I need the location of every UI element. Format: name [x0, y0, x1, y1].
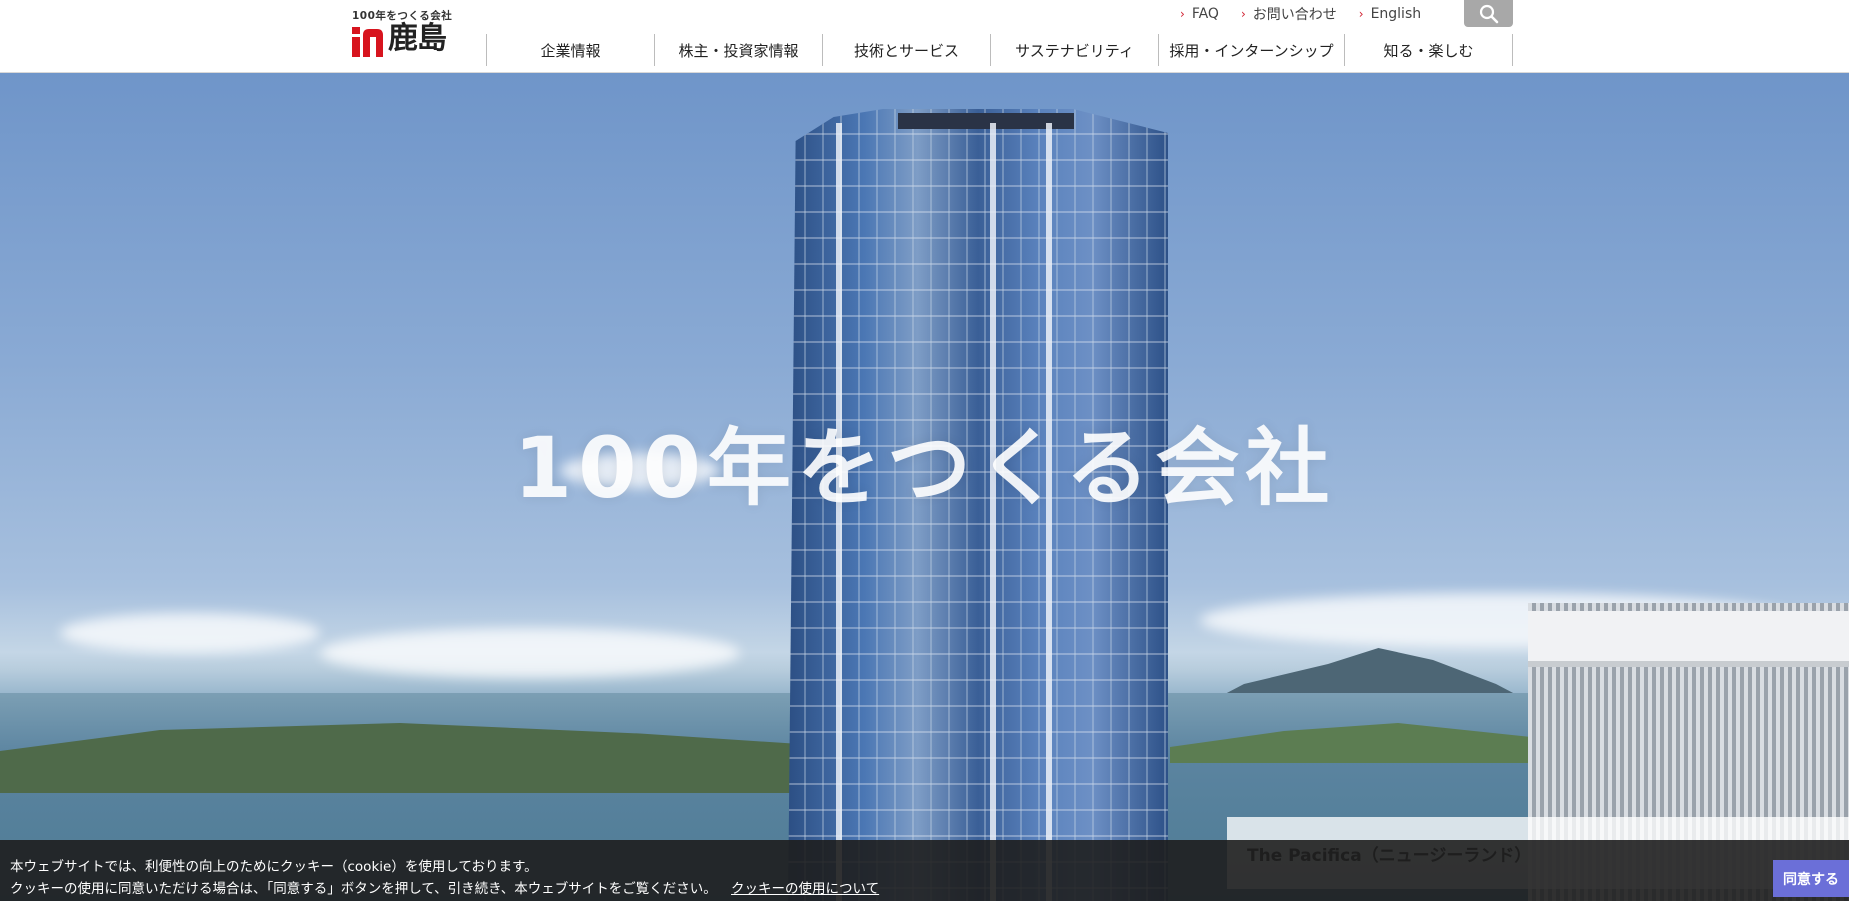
english-link-label: English [1370, 6, 1422, 22]
nav-investor-relations[interactable]: 株主・投資家情報 [655, 34, 823, 66]
nav-sustainability[interactable]: サステナビリティ [991, 34, 1159, 66]
cookie-message-line2: クッキーの使用に同意いただける場合は、「同意する」ボタンを押して、引き続き、本ウ… [10, 878, 879, 900]
site-header: 100年をつくる会社 鹿島 › FAQ › お問い合わせ › English 企… [0, 0, 1849, 73]
nav-recruitment[interactable]: 採用・インターンシップ [1159, 34, 1345, 66]
logo-name: 鹿島 [388, 21, 447, 56]
cloud [320, 628, 740, 678]
cookie-agree-button[interactable]: 同意する [1773, 860, 1849, 897]
kajima-mark-icon [352, 27, 383, 57]
faq-link[interactable]: › FAQ [1180, 6, 1219, 22]
nav-discover-enjoy[interactable]: 知る・楽しむ [1345, 34, 1513, 66]
cookie-policy-link[interactable]: クッキーの使用について [731, 881, 879, 897]
cookie-message: 本ウェブサイトでは、利便性の向上のためにクッキー（cookie）を使用しておりま… [10, 856, 879, 900]
nav-technology-services[interactable]: 技術とサービス [823, 34, 991, 66]
hero-visual: 100年をつくる会社 The Pacifica（ニュージーランド） [0, 73, 1849, 901]
contact-link[interactable]: › お問い合わせ [1241, 4, 1337, 24]
chevron-right-icon: › [1240, 7, 1246, 21]
cookie-consent-bar: 本ウェブサイトでは、利便性の向上のためにクッキー（cookie）を使用しておりま… [0, 840, 1849, 901]
utility-nav: › FAQ › お問い合わせ › English [1180, 4, 1443, 24]
cloud [60, 613, 320, 653]
search-icon [1479, 4, 1498, 23]
chevron-right-icon: › [1180, 7, 1185, 21]
cookie-message-line1: 本ウェブサイトでは、利便性の向上のためにクッキー（cookie）を使用しておりま… [10, 859, 538, 875]
contact-link-label: お問い合わせ [1252, 7, 1337, 23]
hero-title: 100年をつくる会社 [513, 419, 1336, 517]
chevron-right-icon: › [1358, 7, 1364, 21]
search-button[interactable] [1464, 0, 1513, 27]
english-link[interactable]: › English [1359, 6, 1421, 22]
faq-link-label: FAQ [1191, 6, 1219, 22]
cookie-message-line2-text: クッキーの使用に同意いただける場合は、「同意する」ボタンを押して、引き続き、本ウ… [10, 881, 717, 897]
kajima-logo[interactable]: 100年をつくる会社 鹿島 [352, 8, 454, 57]
side-building-roof [1528, 611, 1849, 667]
nav-corporate-info[interactable]: 企業情報 [487, 34, 655, 66]
global-nav: 企業情報 株主・投資家情報 技術とサービス サステナビリティ 採用・インターンシ… [486, 34, 1513, 66]
